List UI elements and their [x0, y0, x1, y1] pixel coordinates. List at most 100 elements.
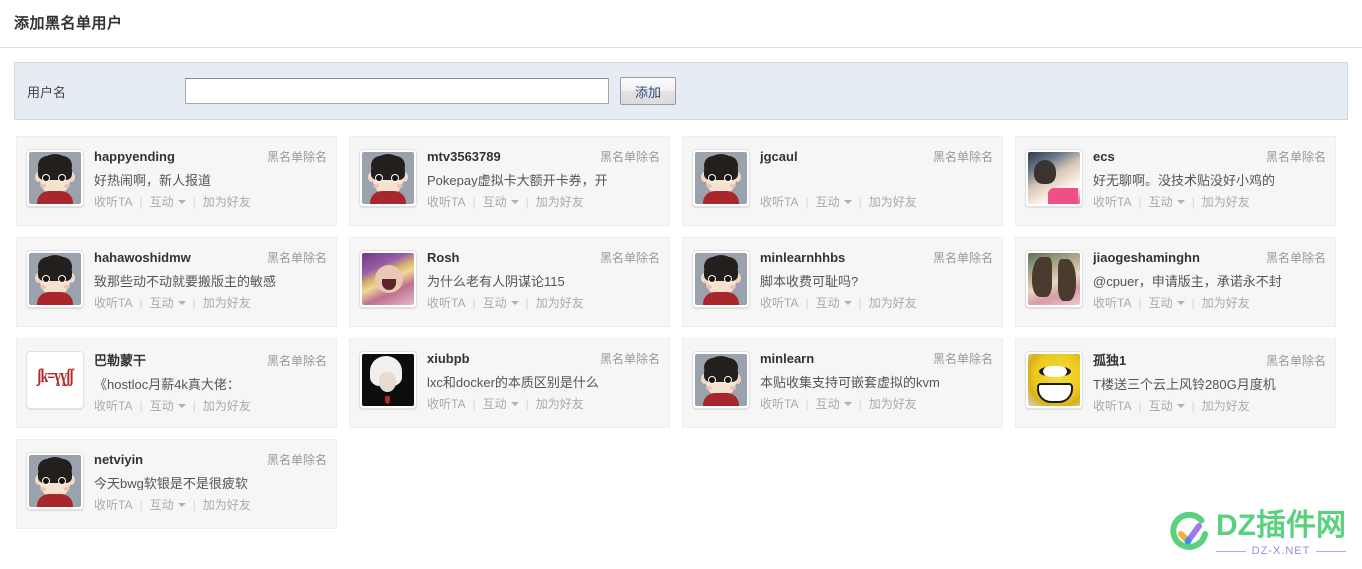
add-friend-link[interactable]: 加为好友 [536, 294, 584, 311]
action-separator: | [1138, 194, 1142, 209]
avatar[interactable] [26, 250, 84, 308]
username-label[interactable]: mtv3563789 [427, 149, 501, 164]
avatar[interactable] [359, 351, 417, 409]
add-friend-link[interactable]: 加为好友 [203, 397, 251, 414]
interact-menu-link[interactable]: 互动 [483, 193, 507, 210]
interact-menu-link[interactable]: 互动 [816, 193, 840, 210]
remove-from-blacklist-link[interactable]: 黑名单除名 [1266, 352, 1326, 369]
interact-menu-link[interactable]: 互动 [150, 294, 174, 311]
add-friend-link[interactable]: 加为好友 [536, 193, 584, 210]
follow-user-link[interactable]: 收听TA [760, 193, 798, 210]
remove-from-blacklist-link[interactable]: 黑名单除名 [600, 350, 660, 367]
chevron-down-icon[interactable] [843, 199, 852, 204]
chevron-down-icon[interactable] [843, 300, 852, 305]
username-label[interactable]: xiubpb [427, 351, 470, 366]
username-label[interactable]: hahawoshidmw [94, 250, 191, 265]
remove-from-blacklist-link[interactable]: 黑名单除名 [267, 352, 327, 369]
avatar[interactable] [359, 149, 417, 207]
add-friend-link[interactable]: 加为好友 [203, 193, 251, 210]
add-friend-link[interactable]: 加为好友 [203, 496, 251, 513]
add-friend-link[interactable]: 加为好友 [1202, 294, 1250, 311]
interact-menu-link[interactable]: 互动 [150, 193, 174, 210]
remove-from-blacklist-link[interactable]: 黑名单除名 [933, 350, 993, 367]
follow-user-link[interactable]: 收听TA [427, 294, 465, 311]
remove-from-blacklist-link[interactable]: 黑名单除名 [1266, 249, 1326, 266]
avatar[interactable]: ʃk=ɣɣʃʃ [26, 351, 84, 409]
interact-menu-link[interactable]: 互动 [1149, 294, 1173, 311]
add-friend-link[interactable]: 加为好友 [1202, 193, 1250, 210]
remove-from-blacklist-link[interactable]: 黑名单除名 [933, 148, 993, 165]
username-label[interactable]: minlearn [760, 351, 814, 366]
username-label[interactable]: happyending [94, 149, 175, 164]
interact-menu-link[interactable]: 互动 [816, 294, 840, 311]
follow-user-link[interactable]: 收听TA [427, 193, 465, 210]
remove-from-blacklist-link[interactable]: 黑名单除名 [933, 249, 993, 266]
username-label[interactable]: jiaogeshaminghn [1093, 250, 1200, 265]
follow-user-link[interactable]: 收听TA [94, 496, 132, 513]
interact-menu-link[interactable]: 互动 [150, 397, 174, 414]
remove-from-blacklist-link[interactable]: 黑名单除名 [267, 148, 327, 165]
follow-user-link[interactable]: 收听TA [94, 397, 132, 414]
remove-from-blacklist-link[interactable]: 黑名单除名 [267, 451, 327, 468]
avatar[interactable] [1025, 149, 1083, 207]
avatar[interactable] [692, 351, 750, 409]
username-label[interactable]: Rosh [427, 250, 460, 265]
follow-user-link[interactable]: 收听TA [94, 294, 132, 311]
blacklist-user-card: minlearnhhbs 黑名单除名 脚本收费可耻吗? 收听TA | 互动 | 加为好友 [682, 237, 1003, 327]
remove-from-blacklist-link[interactable]: 黑名单除名 [600, 249, 660, 266]
action-separator: | [525, 295, 529, 310]
follow-user-link[interactable]: 收听TA [760, 294, 798, 311]
follow-user-link[interactable]: 收听TA [1093, 397, 1131, 414]
username-label[interactable]: 孤独1 [1093, 350, 1126, 369]
action-separator: | [805, 194, 809, 209]
username-label[interactable]: minlearnhhbs [760, 250, 845, 265]
avatar[interactable] [1025, 351, 1083, 409]
user-signature [760, 170, 993, 187]
chevron-down-icon[interactable] [177, 502, 186, 507]
add-friend-link[interactable]: 加为好友 [203, 294, 251, 311]
username-label[interactable]: netviyin [94, 452, 143, 467]
chevron-down-icon[interactable] [510, 401, 519, 406]
add-friend-link[interactable]: 加为好友 [1202, 397, 1250, 414]
chevron-down-icon[interactable] [510, 199, 519, 204]
remove-from-blacklist-link[interactable]: 黑名单除名 [600, 148, 660, 165]
avatar[interactable] [692, 250, 750, 308]
avatar[interactable] [359, 250, 417, 308]
avatar[interactable] [1025, 250, 1083, 308]
add-friend-link[interactable]: 加为好友 [536, 395, 584, 412]
remove-from-blacklist-link[interactable]: 黑名单除名 [1266, 148, 1326, 165]
follow-user-link[interactable]: 收听TA [94, 193, 132, 210]
blacklist-user-card: hahawoshidmw 黑名单除名 致那些动不动就要搬版主的敏感 收听TA | 互动 | 加… [16, 237, 337, 327]
add-button[interactable]: 添加 [620, 77, 676, 105]
username-label[interactable]: ecs [1093, 149, 1115, 164]
interact-menu-link[interactable]: 互动 [816, 395, 840, 412]
follow-user-link[interactable]: 收听TA [427, 395, 465, 412]
card-body: 孤独1 黑名单除名 T楼送三个云上风铃280G月度机 收听TA | 互动 | 加为好友 [1083, 349, 1326, 414]
chevron-down-icon[interactable] [1176, 199, 1185, 204]
username-label[interactable]: jgcaul [760, 149, 798, 164]
interact-menu-link[interactable]: 互动 [483, 294, 507, 311]
remove-from-blacklist-link[interactable]: 黑名单除名 [267, 249, 327, 266]
chevron-down-icon[interactable] [1176, 403, 1185, 408]
username-label[interactable]: 巴勒蒙干 [94, 350, 146, 369]
interact-menu-link[interactable]: 互动 [150, 496, 174, 513]
add-friend-link[interactable]: 加为好友 [869, 294, 917, 311]
chevron-down-icon[interactable] [177, 403, 186, 408]
add-friend-link[interactable]: 加为好友 [869, 395, 917, 412]
username-input[interactable] [185, 78, 609, 104]
chevron-down-icon[interactable] [843, 401, 852, 406]
follow-user-link[interactable]: 收听TA [1093, 294, 1131, 311]
interact-menu-link[interactable]: 互动 [483, 395, 507, 412]
add-friend-link[interactable]: 加为好友 [869, 193, 917, 210]
chevron-down-icon[interactable] [177, 199, 186, 204]
avatar[interactable] [692, 149, 750, 207]
chevron-down-icon[interactable] [510, 300, 519, 305]
avatar[interactable] [26, 149, 84, 207]
chevron-down-icon[interactable] [1176, 300, 1185, 305]
interact-menu-link[interactable]: 互动 [1149, 193, 1173, 210]
follow-user-link[interactable]: 收听TA [760, 395, 798, 412]
follow-user-link[interactable]: 收听TA [1093, 193, 1131, 210]
chevron-down-icon[interactable] [177, 300, 186, 305]
interact-menu-link[interactable]: 互动 [1149, 397, 1173, 414]
avatar[interactable] [26, 452, 84, 510]
